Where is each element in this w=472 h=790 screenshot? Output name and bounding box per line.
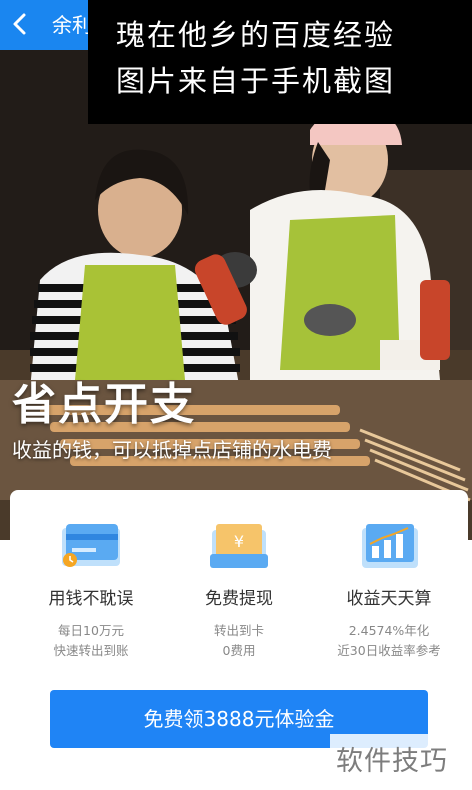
svg-text:¥: ¥ <box>234 532 244 551</box>
feature-item-withdraw-anytime: 用钱不耽误 每日10万元 快速转出到账 <box>16 520 166 661</box>
feature-desc-line-1: 每日10万元 <box>58 623 124 638</box>
feature-name: 免费提现 <box>205 589 273 609</box>
feature-desc-line-2: 0费用 <box>222 643 256 658</box>
watermark-line-1: 瑰在他乡的百度经验 <box>116 18 396 52</box>
feature-item-free-withdrawal: ¥ 免费提现 转出到卡 0费用 <box>164 520 314 661</box>
back-arrow-icon[interactable] <box>10 12 30 36</box>
card-clock-icon <box>62 524 120 567</box>
bar-chart-icon <box>362 524 418 568</box>
watermark-overlay: 瑰在他乡的百度经验 图片来自于手机截图 <box>88 0 472 124</box>
brand-watermark: 软件技巧 <box>330 734 472 790</box>
watermark-line-2: 图片来自于手机截图 <box>116 64 396 98</box>
feature-desc-line-1: 转出到卡 <box>213 623 264 638</box>
hero-subtitle: 收益的钱，可以抵掉点店铺的水电费 <box>12 438 332 462</box>
feature-item-daily-earnings: 收益天天算 2.4574%年化 近30日收益率参考 <box>314 520 464 661</box>
feature-name: 用钱不耽误 <box>48 589 134 609</box>
feature-name: 收益天天算 <box>346 589 432 609</box>
yuan-card-icon: ¥ <box>210 524 268 568</box>
hero-title: 省点开支 <box>12 379 196 430</box>
feature-desc-line-1: 2.4574%年化 <box>348 623 430 638</box>
feature-desc-line-2: 快速转出到账 <box>53 643 129 658</box>
feature-desc-line-2: 近30日收益率参考 <box>337 643 441 658</box>
